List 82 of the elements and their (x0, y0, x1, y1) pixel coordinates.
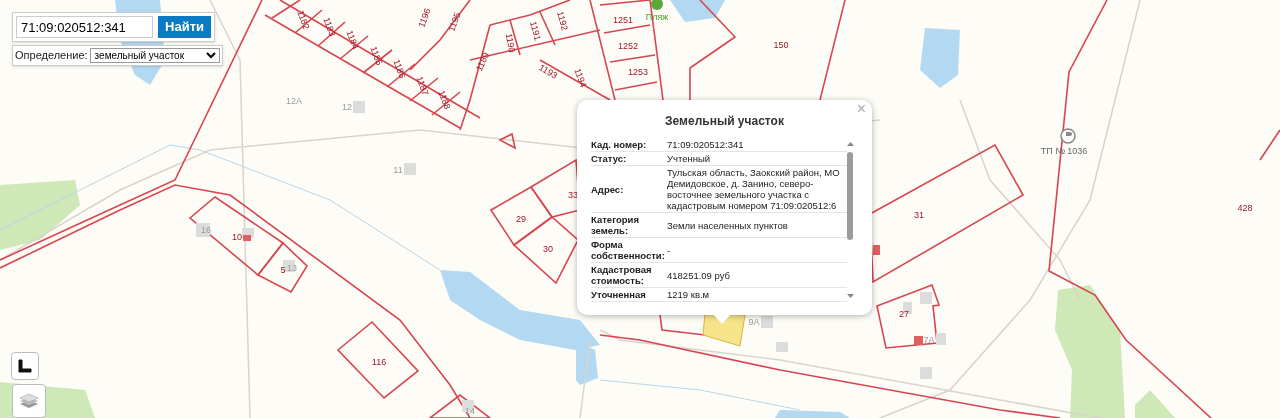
parcel-number: 1251 (613, 15, 633, 25)
field-value: Земли населенных пунктов (667, 212, 847, 238)
field-label: Категория земель: (591, 212, 667, 238)
field-label: Кад. номер: (591, 138, 667, 152)
search-field[interactable]: 71:09:020512:341 (16, 16, 153, 38)
parcel-number: 1189 (474, 51, 492, 73)
parcel-number: 428 (1237, 203, 1253, 213)
building-number: 7А (923, 335, 935, 345)
parcel-number: 1188 (436, 89, 452, 111)
parcel-number: 1183 (321, 16, 337, 38)
field-value: 1219 кв.м (667, 287, 847, 302)
building (462, 400, 474, 412)
water-area (920, 28, 960, 88)
building (404, 163, 416, 175)
parcel-number: 1253 (628, 67, 648, 77)
field-label: Статус: (591, 151, 667, 166)
parcel-boundary (498, 132, 517, 150)
layers-icon (19, 392, 39, 410)
parcel-number: 1185 (368, 45, 384, 67)
parcel-number: 150 (773, 40, 789, 50)
park-area (1135, 390, 1175, 418)
building (761, 316, 773, 328)
parcel-number: 116 (371, 357, 387, 367)
beach-icon (651, 0, 663, 10)
building-number: 12 (342, 102, 352, 112)
building (914, 336, 923, 345)
building (353, 101, 365, 113)
field-value: 418251.09 руб (667, 262, 847, 288)
parcel-number: 10 (232, 232, 242, 242)
parcel-number: 1187 (414, 75, 430, 97)
parcel-number: 27 (899, 309, 909, 319)
field-label: Уточненная (591, 287, 667, 302)
parcel-number: 29 (516, 214, 526, 224)
parcel-number: 1184 (344, 29, 360, 51)
scroll-down-icon (847, 294, 854, 298)
transformer-icon (1060, 128, 1076, 144)
definition-select[interactable]: земельный участок (89, 47, 220, 63)
parcel-number: 1194 (572, 67, 588, 89)
building-number: 12А (286, 96, 302, 106)
building (873, 245, 880, 255)
find-button[interactable]: Найти (158, 16, 211, 38)
parcel-boundary (512, 215, 579, 285)
parcel-number: 1182 (295, 9, 311, 31)
building-number: 11 (393, 165, 403, 175)
parcel-number: 5 (280, 265, 286, 275)
selected-parcel[interactable] (702, 312, 746, 347)
scroll-up-icon (847, 142, 854, 146)
parcel-number: 1195 (447, 11, 463, 33)
building-number: 13 (287, 263, 297, 273)
parcel-number: 1190 (503, 32, 517, 54)
definition-label: Определение: (15, 48, 88, 63)
popup-title: Земельный участок (664, 113, 785, 130)
field-label: Форма собственности: (591, 237, 667, 263)
field-label: Кадастровая стоимость: (591, 262, 667, 288)
building (776, 342, 788, 352)
parcel-number: 1186 (391, 58, 407, 80)
building (920, 292, 932, 304)
parcel-number: 30 (543, 244, 553, 254)
parcel-number: 1192 (555, 10, 569, 32)
field-value: - (667, 237, 847, 263)
scroll-thumb[interactable] (847, 152, 853, 240)
building-number: 16 (201, 225, 211, 235)
ruler-icon (18, 359, 32, 373)
field-value: 71:09:020512:341 (667, 138, 847, 152)
field-label: Адрес: (591, 165, 667, 213)
water-area (670, 0, 725, 22)
parcel-number: 33 (568, 190, 578, 200)
parcel-number: 1191 (528, 20, 542, 42)
parcel-number: 1252 (618, 41, 638, 51)
ruler-button[interactable] (11, 352, 39, 380)
field-value: Учтенный (667, 151, 847, 166)
field-value: Тульская область, Заокский район, МО Демидовское, д. Занино, северо-восточнее земельного участка с кадастровым номером 71:09:020512:6 (667, 165, 847, 213)
building-number: 9А (748, 317, 760, 327)
parcel-boundary (1259, 129, 1280, 161)
parcel-number: 31 (914, 210, 924, 220)
parcel-number: 1196 (417, 7, 433, 29)
building (283, 260, 295, 272)
building (920, 367, 932, 379)
building (196, 223, 210, 237)
building-number: 14 (465, 406, 475, 416)
building (936, 333, 946, 345)
parcel-number: 1193 (537, 63, 559, 81)
